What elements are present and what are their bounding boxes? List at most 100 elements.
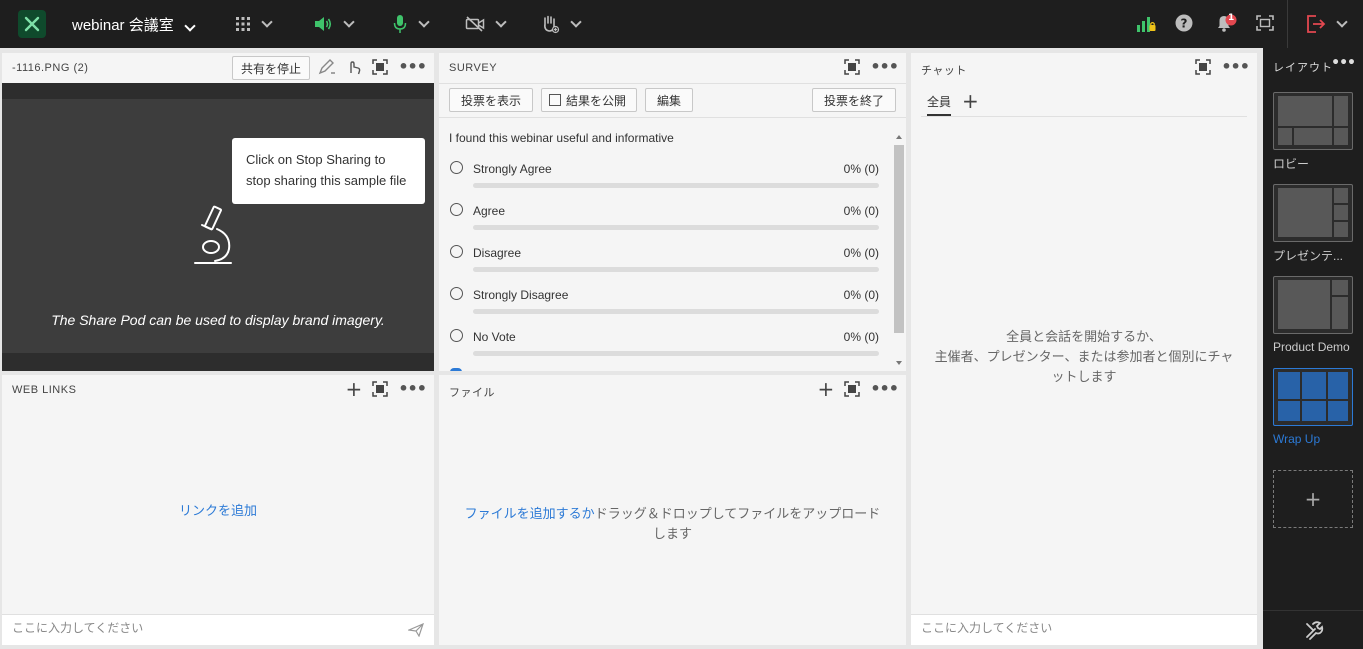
scroll-up-icon[interactable] <box>896 135 902 139</box>
chevron-down-icon <box>570 16 582 28</box>
survey-option[interactable]: Strongly Agree 0% (0) <box>449 159 879 201</box>
layout-label[interactable]: プレゼンテ... <box>1273 247 1343 264</box>
weblinks-input-bar <box>2 614 434 645</box>
more-icon[interactable]: ••• <box>1221 59 1250 75</box>
divider <box>1287 0 1288 48</box>
top-bar: webinar 会議室 ? 1 <box>0 0 1363 48</box>
radio-button[interactable] <box>450 368 462 371</box>
radio-button[interactable] <box>450 245 463 258</box>
chevron-down-icon <box>495 16 507 28</box>
divider <box>439 117 906 118</box>
end-poll-button[interactable]: 投票を終了 <box>812 88 896 112</box>
more-icon[interactable]: ••• <box>870 59 899 75</box>
result-bar <box>473 351 879 356</box>
radio-button[interactable] <box>450 161 463 174</box>
scroll-down-icon[interactable] <box>896 361 902 365</box>
help-button[interactable]: ? <box>1174 12 1194 38</box>
notifications-button[interactable]: 1 <box>1214 12 1240 38</box>
camera-button[interactable] <box>465 12 507 36</box>
edit-button[interactable]: 編集 <box>645 88 693 112</box>
result-bar <box>473 183 879 188</box>
help-icon: ? <box>1175 14 1193 32</box>
layout-label[interactable]: ロビー <box>1273 155 1309 172</box>
scrollbar-thumb[interactable] <box>894 145 904 333</box>
divider <box>1263 610 1363 611</box>
share-pod-title: -1116.PNG (2) <box>12 62 89 74</box>
app-logo-icon[interactable] <box>18 10 46 38</box>
radio-button[interactable] <box>450 287 463 300</box>
add-file-link[interactable]: ファイルを追加するか <box>465 506 595 521</box>
add-chat-tab-icon[interactable]: + <box>962 91 979 111</box>
apps-menu-button[interactable] <box>235 12 273 36</box>
more-icon[interactable]: ••• <box>398 59 427 75</box>
chat-input[interactable] <box>921 621 1257 635</box>
chat-pod: チャット ••• 全員 + 全員と会話を開始するか、 主催者、プレゼンター、また… <box>911 53 1257 645</box>
survey-option[interactable]: No Vote 0% (0) <box>449 327 879 369</box>
maximize-icon[interactable] <box>844 59 861 75</box>
layout-label-active[interactable]: Wrap Up <box>1273 432 1320 446</box>
survey-option[interactable]: Strongly Disagree 0% (0) <box>449 285 879 327</box>
more-icon[interactable]: ••• <box>398 381 427 397</box>
add-link[interactable]: リンクを追加 <box>2 501 434 521</box>
fullscreen-button[interactable] <box>1256 12 1274 38</box>
layout-label[interactable]: Product Demo <box>1273 340 1350 354</box>
chat-empty-message: 全員と会話を開始するか、 主催者、プレゼンター、または参加者と個別にチャ ットし… <box>934 329 1234 384</box>
files-drop-message: ファイルを追加するかドラッグ＆ドロップしてファイルをアップロード します <box>464 506 881 541</box>
fullscreen-icon <box>1256 15 1274 31</box>
connection-status[interactable] <box>1135 12 1157 38</box>
add-layout-button[interactable]: + <box>1273 470 1353 528</box>
checkbox-icon <box>549 94 561 106</box>
tools-icon[interactable] <box>1304 620 1324 640</box>
plus-icon[interactable]: + <box>346 379 363 399</box>
result-bar <box>473 225 879 230</box>
signal-bars-icon <box>1137 17 1156 32</box>
survey-title: SURVEY <box>449 62 498 74</box>
maximize-icon[interactable] <box>1195 59 1212 75</box>
show-votes-button[interactable]: 投票を表示 <box>449 88 533 112</box>
speaker-icon <box>315 17 332 31</box>
maximize-icon[interactable] <box>372 59 389 75</box>
stop-sharing-button[interactable]: 共有を停止 <box>232 56 310 80</box>
publish-results-checkbox[interactable]: 結果を公開 <box>541 88 637 112</box>
more-icon[interactable]: ••• <box>1331 55 1356 71</box>
more-icon[interactable]: ••• <box>870 381 899 397</box>
svg-text:?: ? <box>1181 17 1188 31</box>
exit-menu-button[interactable] <box>1306 12 1348 36</box>
layout-thumbnail[interactable] <box>1273 92 1353 150</box>
layout-thumbnail[interactable] <box>1273 276 1353 334</box>
publish-results-label: 結果を公開 <box>566 93 627 108</box>
camera-off-icon <box>465 16 485 32</box>
speaker-button[interactable] <box>313 12 355 36</box>
tab-all[interactable]: 全員 <box>927 93 952 116</box>
maximize-icon[interactable] <box>372 381 389 397</box>
result-bar <box>473 309 879 314</box>
pen-icon[interactable] <box>318 59 336 75</box>
weblinks-input[interactable] <box>12 621 392 635</box>
weblinks-title: WEB LINKS <box>12 384 77 396</box>
exit-icon <box>1307 15 1326 33</box>
chevron-down-icon <box>184 20 196 32</box>
raise-hand-button[interactable] <box>540 12 582 36</box>
room-title-menu[interactable]: webinar 会議室 <box>72 14 196 35</box>
result-bar <box>473 267 879 272</box>
radio-button[interactable] <box>450 203 463 216</box>
maximize-icon[interactable] <box>844 381 861 397</box>
layout-thumbnail[interactable] <box>1273 184 1353 242</box>
radio-button[interactable] <box>450 329 463 342</box>
survey-question: I found this webinar useful and informat… <box>449 131 674 145</box>
raise-hand-icon <box>544 15 560 34</box>
notification-badge: 1 <box>1228 13 1235 23</box>
layout-thumbnail-active[interactable] <box>1273 368 1353 426</box>
send-icon[interactable] <box>408 623 424 637</box>
files-title: ファイル <box>449 387 495 399</box>
files-pod: ファイル + ••• ファイルを追加するかドラッグ＆ドロップしてファイルをアップ… <box>439 375 906 645</box>
survey-option[interactable]: Disagree 0% (0) <box>449 243 879 285</box>
survey-option[interactable]: Agree 0% (0) <box>449 201 879 243</box>
chat-title: チャット <box>921 65 967 77</box>
pointer-icon[interactable] <box>346 59 362 75</box>
share-caption: The Share Pod can be used to display bra… <box>51 312 385 328</box>
plus-icon[interactable]: + <box>818 379 835 399</box>
chevron-down-icon <box>418 16 430 28</box>
scrollbar[interactable] <box>894 133 904 369</box>
microphone-button[interactable] <box>392 12 430 36</box>
